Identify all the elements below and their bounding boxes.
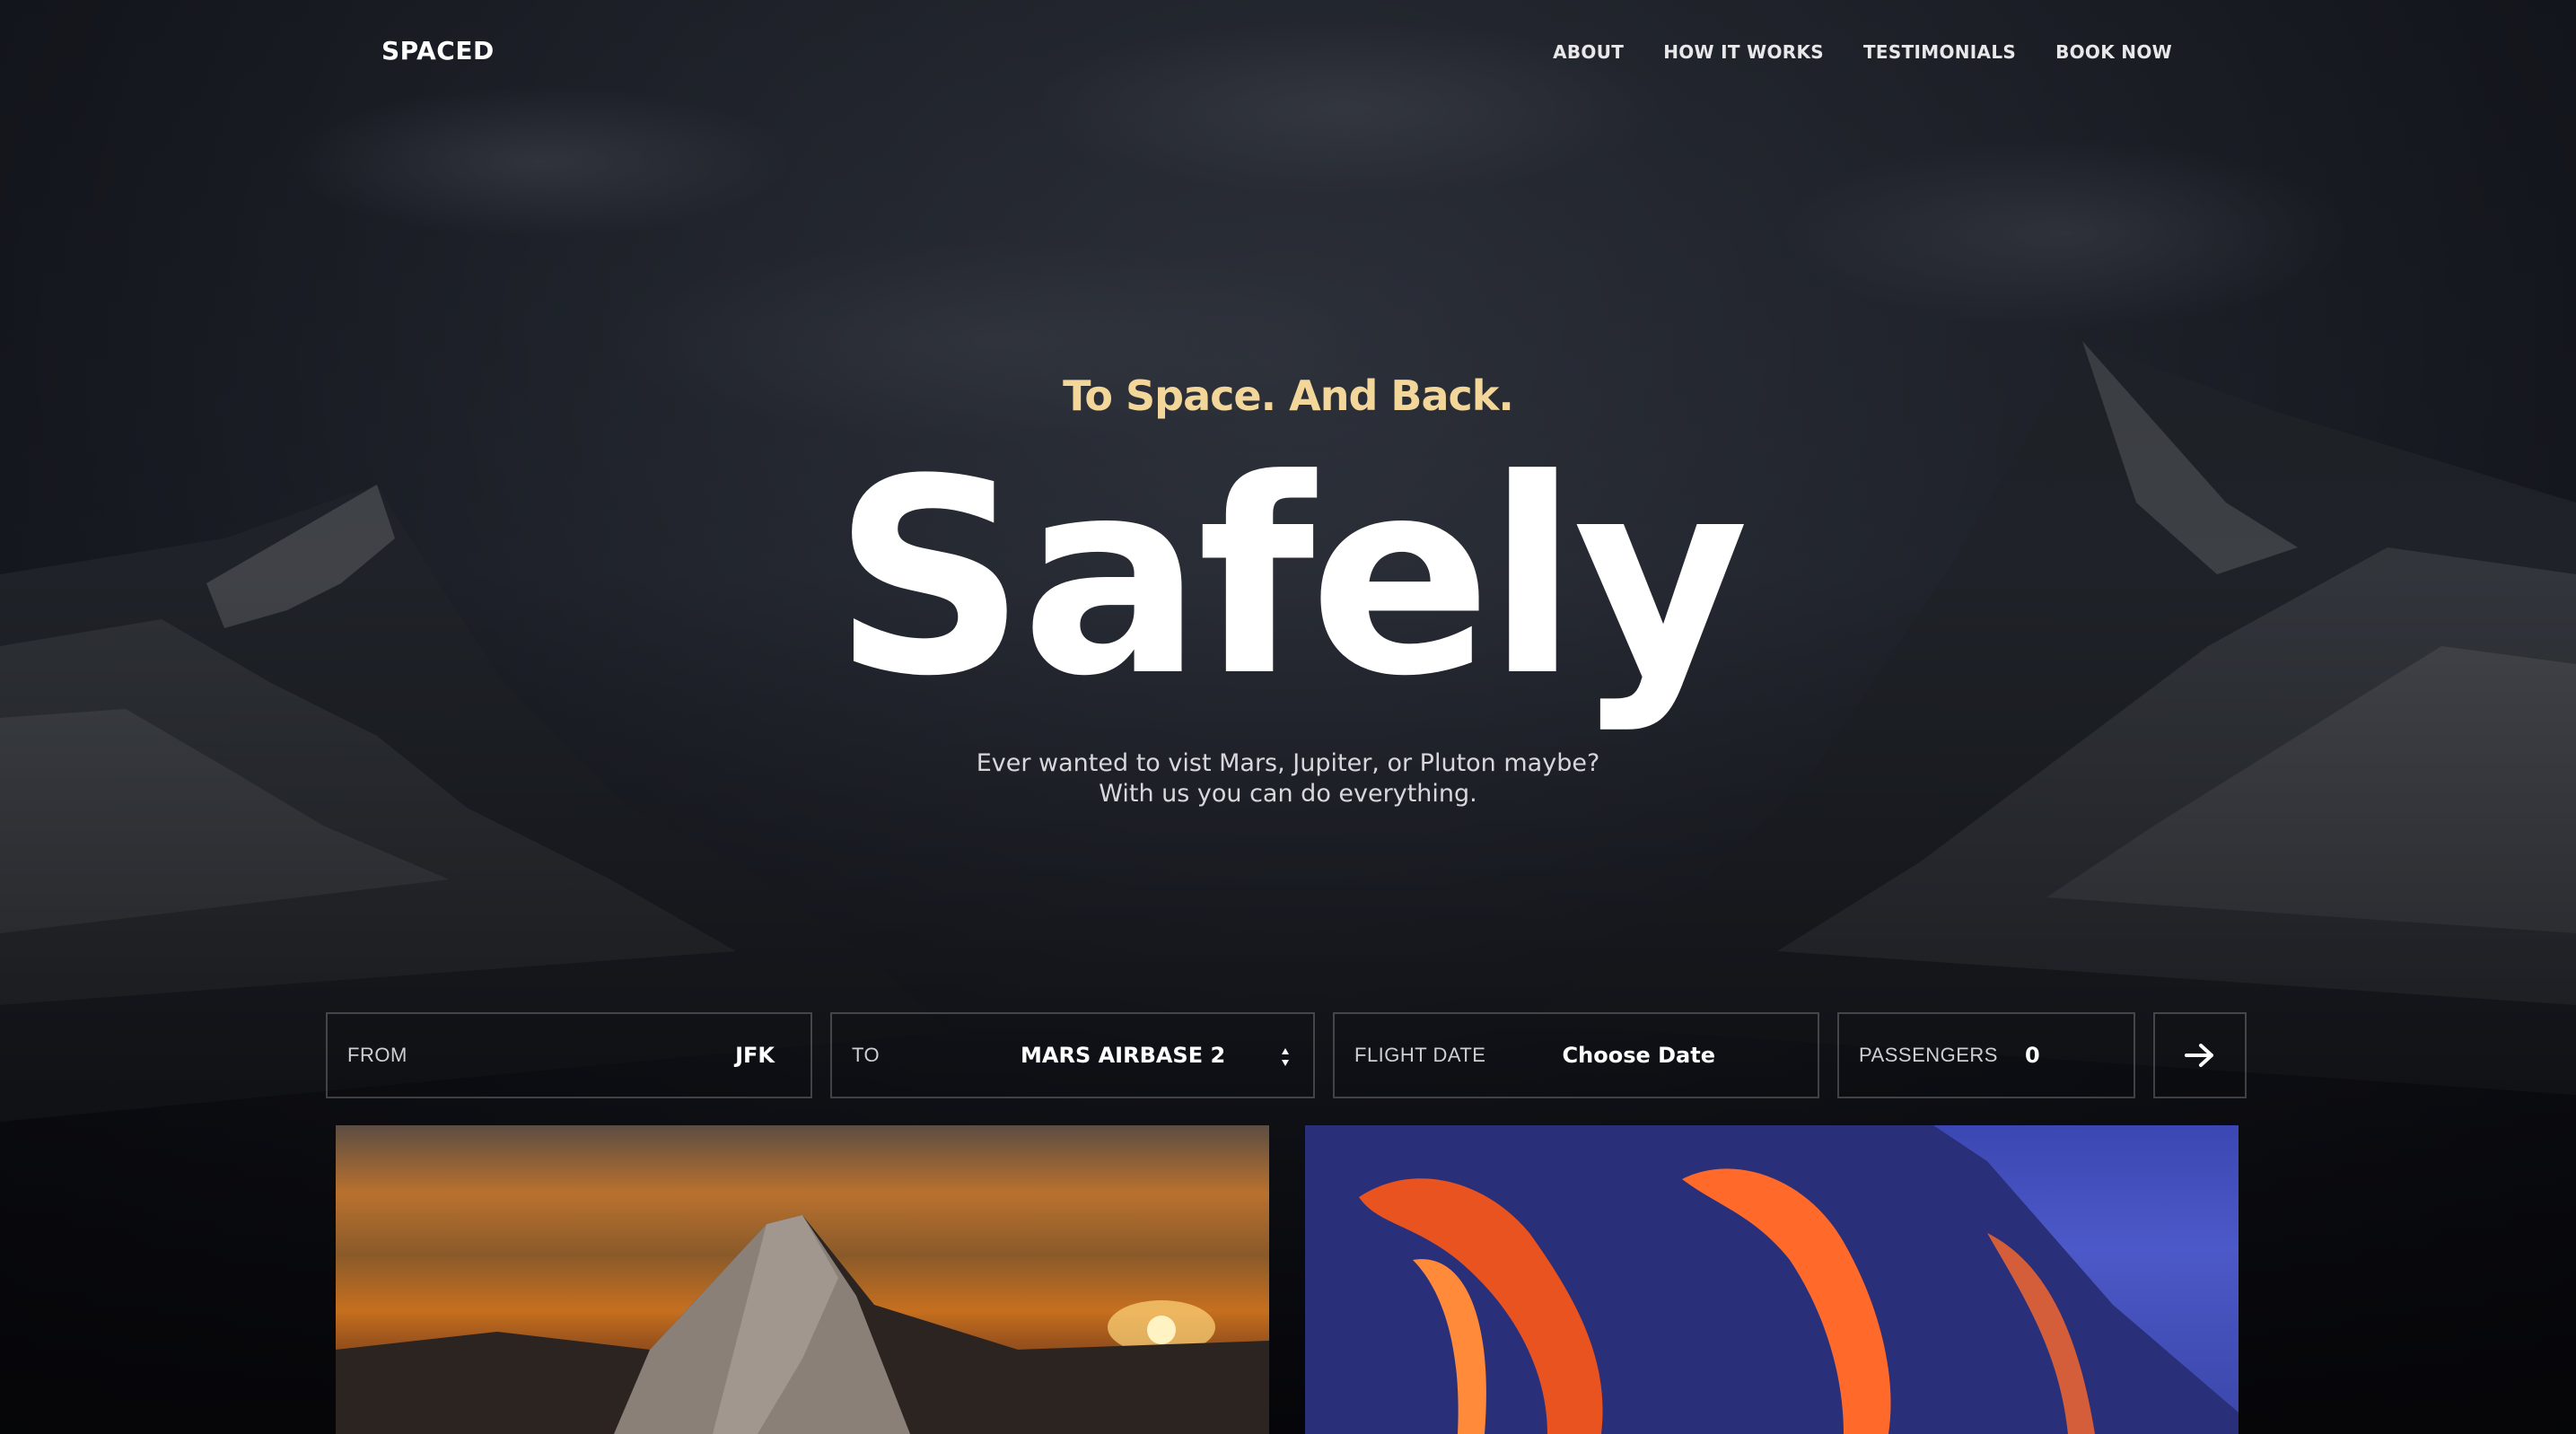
hero-headline: Safely	[832, 422, 1749, 735]
card-lava-flow[interactable]	[1305, 1125, 2239, 1434]
brand-logo[interactable]: SPACED	[381, 36, 495, 66]
to-value[interactable]: MARS AIRBASE 2	[1021, 1043, 1225, 1068]
hero-subtext: Ever wanted to vist Mars, Jupiter, or Pl…	[0, 748, 2576, 809]
destination-cards	[336, 1125, 2239, 1434]
hero-subtext-line-2: With us you can do everything.	[1099, 780, 1477, 808]
flight-date-value[interactable]: Choose Date	[1563, 1043, 1715, 1068]
search-flights-button[interactable]	[2153, 1012, 2247, 1098]
from-value[interactable]: JFK	[735, 1043, 775, 1068]
nav-link-testimonials[interactable]: TESTIMONIALS	[1863, 41, 2016, 63]
card-mountain-sunset[interactable]	[336, 1125, 1269, 1434]
top-nav: SPACED ABOUT HOW IT WORKS TESTIMONIALS B…	[0, 0, 2576, 106]
hero-tagline: To Space. And Back.	[1063, 372, 1514, 420]
passengers-value[interactable]: 0	[2025, 1043, 2040, 1068]
to-select[interactable]: TO MARS AIRBASE 2	[830, 1012, 1315, 1098]
from-label: FROM	[347, 1044, 407, 1066]
lava-flow-image	[1305, 1125, 2239, 1434]
arrow-right-icon	[2185, 1044, 2213, 1067]
nav-link-book-now[interactable]: BOOK NOW	[2055, 41, 2172, 63]
booking-form: FROM JFK TO MARS AIRBASE 2 FLIGHT DATE C…	[326, 1012, 2247, 1098]
hero-subtext-line-1: Ever wanted to vist Mars, Jupiter, or Pl…	[976, 749, 1600, 777]
to-label: TO	[852, 1044, 881, 1066]
nav-link-about[interactable]: ABOUT	[1553, 41, 1624, 63]
mountain-sunset-image	[336, 1215, 1269, 1434]
passengers-label: PASSENGERS	[1859, 1044, 1998, 1066]
passengers-field[interactable]: PASSENGERS 0	[1837, 1012, 2135, 1098]
select-arrows-icon[interactable]	[1281, 1046, 1290, 1068]
nav-links: ABOUT HOW IT WORKS TESTIMONIALS BOOK NOW	[1553, 41, 2172, 63]
nav-link-how-it-works[interactable]: HOW IT WORKS	[1663, 41, 1824, 63]
flight-date-field[interactable]: FLIGHT DATE Choose Date	[1333, 1012, 1819, 1098]
from-field[interactable]: FROM JFK	[326, 1012, 812, 1098]
flight-date-label: FLIGHT DATE	[1354, 1044, 1486, 1066]
